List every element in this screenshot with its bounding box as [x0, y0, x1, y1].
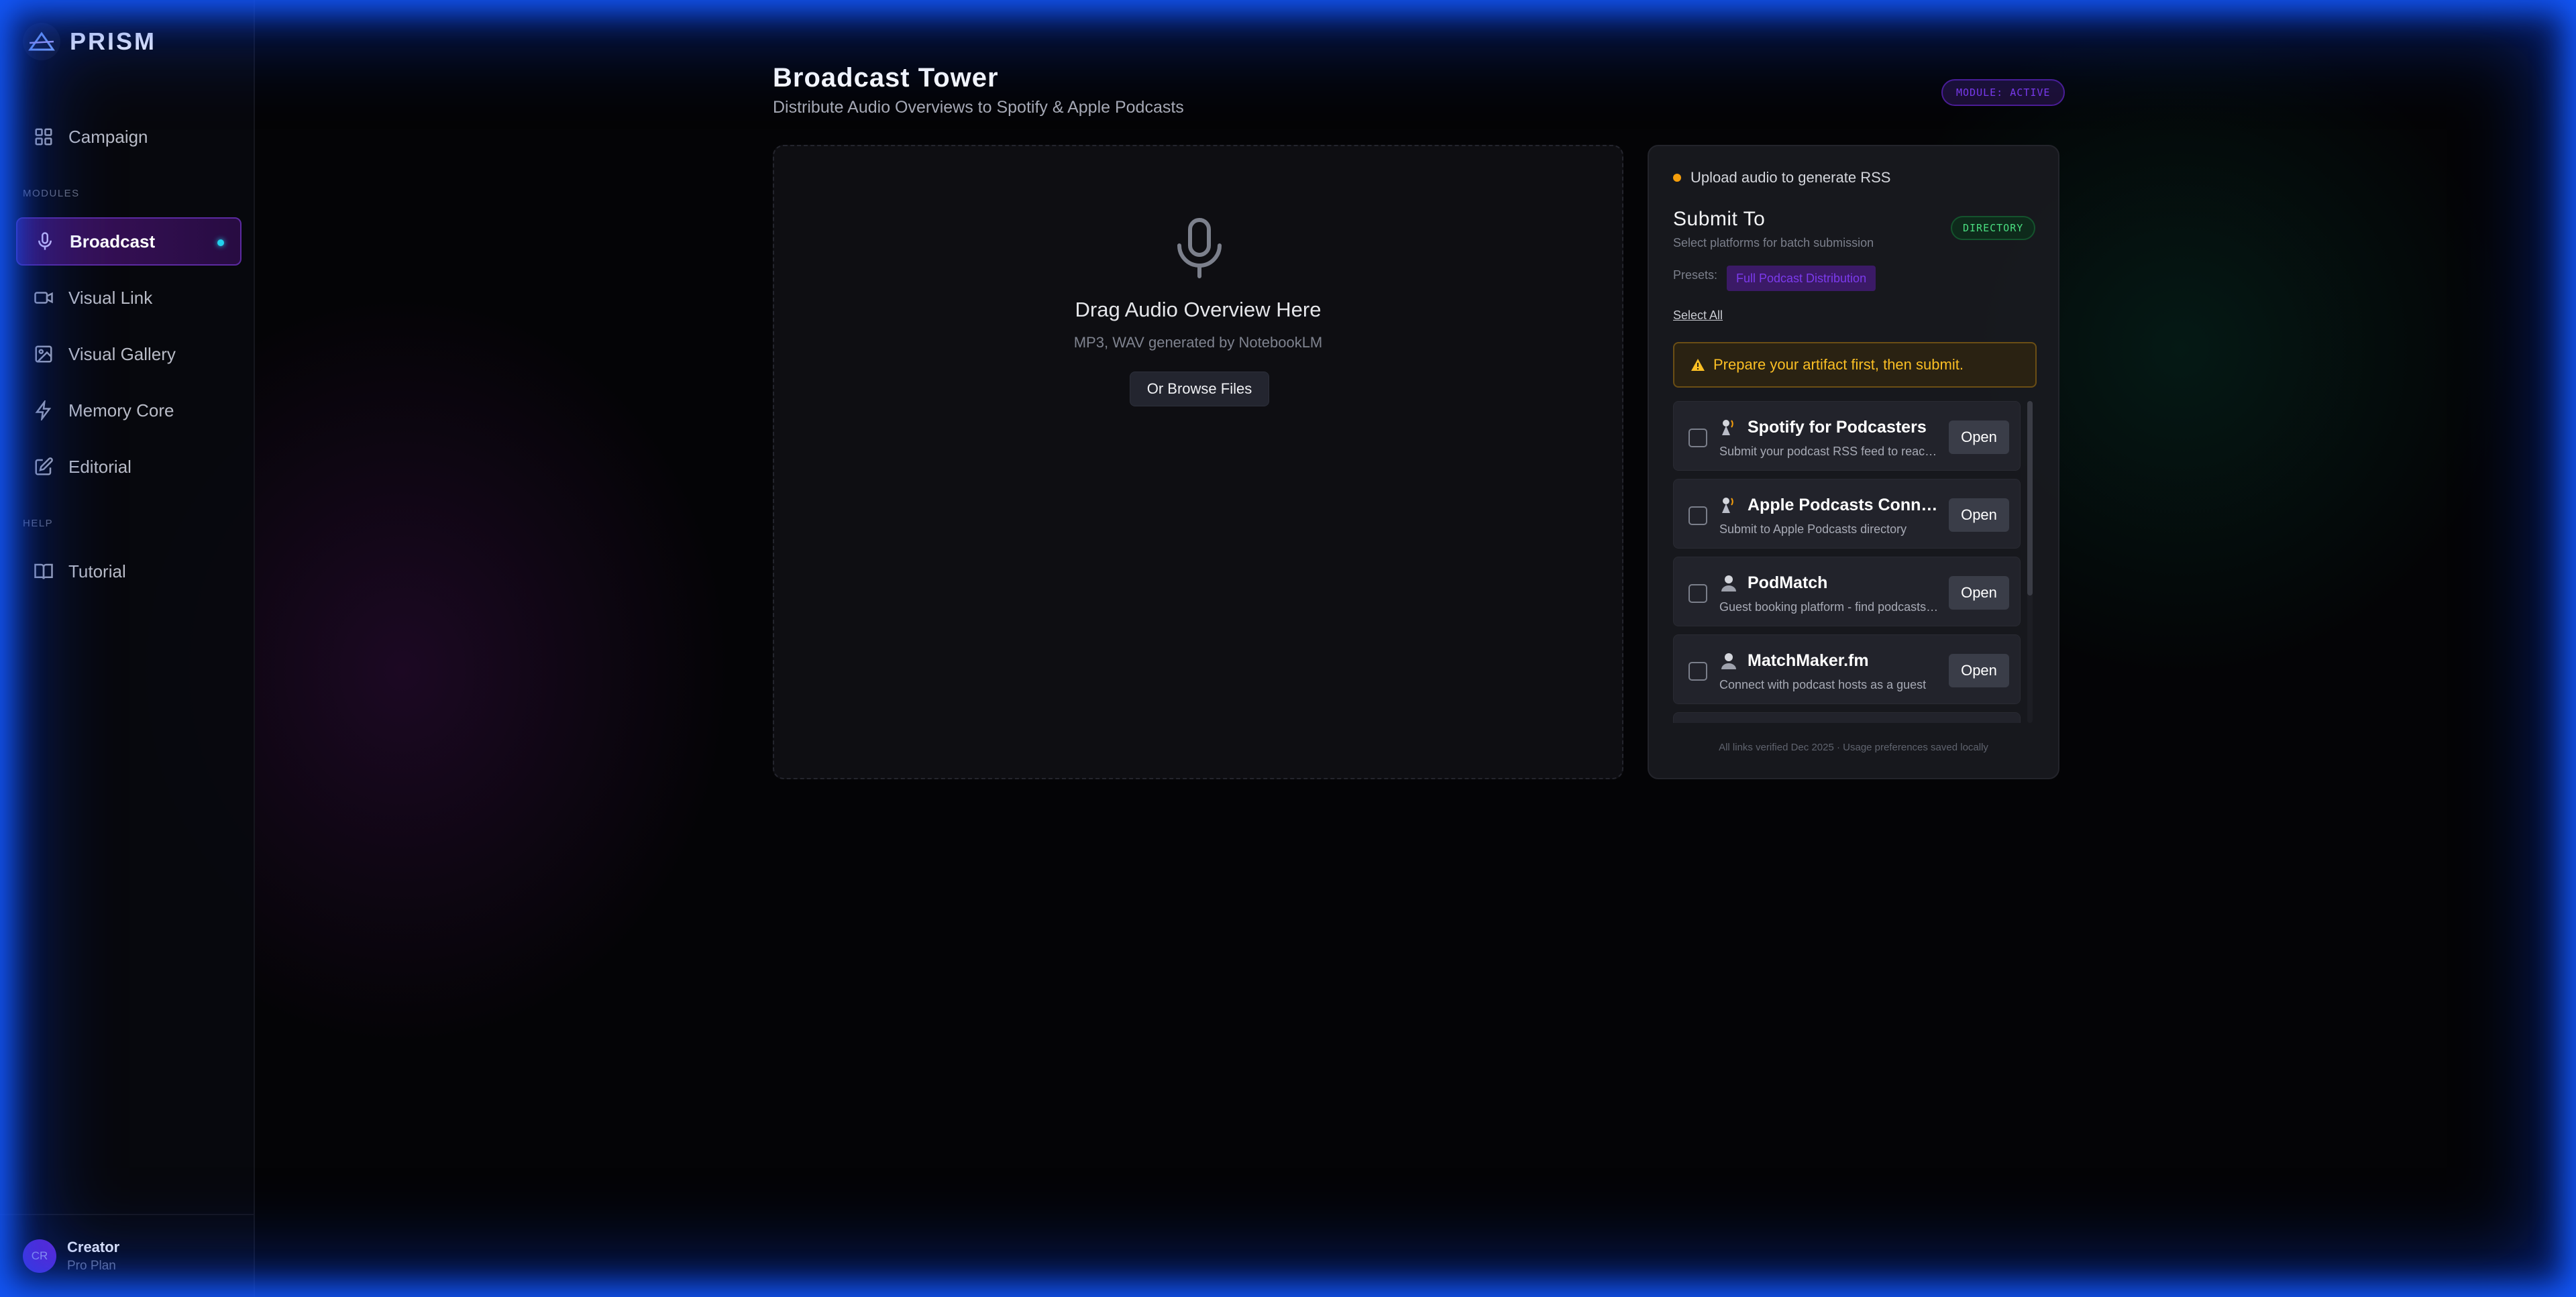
microphone-icon [1177, 218, 1222, 278]
book-open-icon [34, 563, 53, 579]
sidebar-item-campaign[interactable]: Campaign [16, 113, 241, 161]
warning-icon [1691, 359, 1705, 371]
platform-desc: Submit to Apple Podcasts directory [1719, 522, 1907, 536]
avatar: CR [23, 1239, 56, 1273]
directory-badge: DIRECTORY [1951, 216, 2036, 240]
list-item: MatchMaker.fm Connect with podcast hosts… [1673, 634, 2021, 704]
sidebar-item-label: Editorial [68, 456, 131, 477]
page-title: Broadcast Tower [773, 63, 999, 93]
user-plan: Pro Plan [67, 1259, 116, 1273]
sidebar-item-broadcast[interactable]: Broadcast [16, 217, 241, 266]
list-item: Spotify for Podcasters Submit your podca… [1673, 401, 2021, 471]
platform-list[interactable]: Spotify for Podcasters Submit your podca… [1673, 401, 2049, 723]
warning-banner: Prepare your artifact first, then submit… [1673, 342, 2037, 388]
person-icon [1721, 653, 1736, 669]
platform-checkbox[interactable] [1688, 662, 1707, 681]
sidebar-item-tutorial[interactable]: Tutorial [16, 547, 241, 596]
list-item [1673, 712, 2021, 723]
sidebar-item-visual-gallery[interactable]: Visual Gallery [16, 330, 241, 378]
warning-text: Prepare your artifact first, then submit… [1713, 356, 1964, 373]
platform-desc: Submit your podcast RSS feed to reach Sp… [1719, 445, 1941, 458]
bolt-icon [35, 400, 52, 420]
sidebar-item-visual-link[interactable]: Visual Link [16, 274, 241, 322]
sidebar-item-label: Campaign [68, 126, 148, 147]
presets-label: Presets: [1673, 268, 1718, 282]
mic-icon [38, 232, 52, 250]
edit-icon [35, 457, 53, 475]
platform-checkbox[interactable] [1688, 506, 1707, 525]
scrollbar-thumb[interactable] [2027, 401, 2033, 596]
submit-subtitle: Select platforms for batch submission [1673, 236, 1874, 249]
sidebar-item-editorial[interactable]: Editorial [16, 443, 241, 491]
page-subtitle: Distribute Audio Overviews to Spotify & … [773, 98, 1184, 117]
sidebar-item-label: Memory Core [68, 400, 174, 420]
active-indicator-dot [217, 239, 224, 246]
image-icon [35, 345, 52, 363]
brand-name: PRISM [70, 27, 157, 55]
rss-status: Upload audio to generate RSS [1673, 169, 1890, 186]
podcast-icon [1722, 498, 1733, 513]
sidebar: PRISM Campaign MODULES Broadcast Visual … [0, 0, 255, 1297]
sidebar-item-label: Tutorial [68, 561, 126, 581]
panel-footer: All links verified Dec 2025 · Usage pref… [1719, 742, 1988, 753]
submission-panel: Upload audio to generate RSS Submit To S… [1648, 145, 2059, 779]
browse-files-button[interactable]: Or Browse Files [1130, 372, 1269, 406]
list-item: Apple Podcasts Connect Submit to Apple P… [1673, 479, 2021, 549]
platform-checkbox[interactable] [1688, 584, 1707, 603]
platform-name: Spotify for Podcasters [1748, 418, 1927, 437]
platform-desc: Connect with podcast hosts as a guest [1719, 678, 1927, 691]
audio-dropzone[interactable]: Drag Audio Overview Here MP3, WAV genera… [773, 145, 1623, 779]
user-name: Creator [67, 1239, 120, 1255]
podcast-icon [1722, 420, 1733, 435]
prism-logo-icon [23, 23, 60, 60]
platform-name: PodMatch [1748, 573, 1828, 592]
platform-desc: Guest booking platform - find podcasts t… [1719, 600, 1941, 614]
sidebar-item-memory-core[interactable]: Memory Core [16, 386, 241, 435]
open-button[interactable]: Open [1949, 576, 2009, 610]
list-item: PodMatch Guest booking platform - find p… [1673, 557, 2021, 626]
section-label-help: HELP [23, 518, 54, 529]
section-label-modules: MODULES [23, 188, 80, 199]
platform-name: MatchMaker.fm [1748, 651, 1869, 670]
dropzone-title: Drag Audio Overview Here [1075, 298, 1322, 321]
brand[interactable]: PRISM [23, 23, 156, 60]
preset-chip-full-podcast[interactable]: Full Podcast Distribution [1727, 266, 1876, 291]
user-profile[interactable]: CR Creator Pro Plan [0, 1214, 255, 1297]
submit-title: Submit To [1673, 208, 1766, 230]
person-icon [1721, 575, 1736, 591]
sidebar-item-label: Visual Link [68, 287, 153, 308]
open-button[interactable]: Open [1949, 420, 2009, 454]
platform-name: Apple Podcasts Connect [1748, 496, 1942, 514]
sidebar-item-label: Visual Gallery [68, 343, 176, 364]
open-button[interactable]: Open [1949, 654, 2009, 687]
module-status-badge: MODULE: ACTIVE [1941, 79, 2065, 106]
sidebar-item-label: Broadcast [70, 231, 156, 251]
dropzone-subtitle: MP3, WAV generated by NotebookLM [1073, 334, 1323, 351]
app-window: PRISM Campaign MODULES Broadcast Visual … [0, 0, 2576, 1297]
grid-icon [35, 128, 52, 146]
status-dot [1673, 174, 1681, 182]
select-all-link[interactable]: Select All [1673, 308, 1723, 323]
video-icon [34, 292, 53, 304]
platform-checkbox[interactable] [1688, 429, 1707, 447]
open-button[interactable]: Open [1949, 498, 2009, 532]
rss-status-text: Upload audio to generate RSS [1690, 169, 1891, 186]
